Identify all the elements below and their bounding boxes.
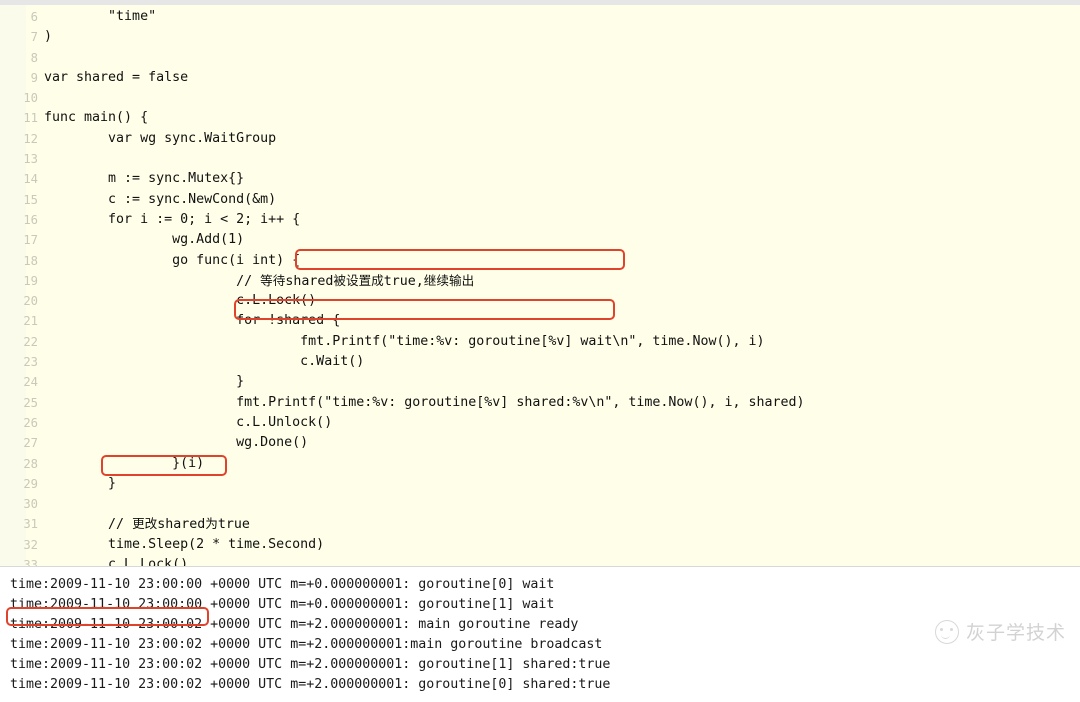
code-line-text: var shared = false <box>44 69 189 85</box>
line-number: 24 <box>23 375 38 390</box>
line-number: 8 <box>30 50 38 65</box>
line-number: 6 <box>30 10 38 24</box>
code-line-text: c.Wait() <box>44 354 365 370</box>
code-line[interactable]: 7) <box>0 27 1080 47</box>
code-line[interactable]: 18 go func(i int) { <box>0 251 1080 271</box>
code-line[interactable]: 12 var wg sync.WaitGroup <box>0 129 1080 149</box>
line-number: 31 <box>23 517 38 532</box>
code-line[interactable]: 26 c.L.Unlock() <box>0 413 1080 433</box>
code-line[interactable]: 22 fmt.Printf("time:%v: goroutine[%v] wa… <box>0 332 1080 352</box>
line-number: 33 <box>23 558 38 566</box>
line-number: 32 <box>23 537 38 552</box>
code-line[interactable]: 13 <box>0 149 1080 169</box>
line-number: 26 <box>23 415 38 430</box>
code-line[interactable]: 33 c.L.Lock() <box>0 555 1080 566</box>
line-number: 15 <box>23 192 38 207</box>
console-line: time:2009-11-10 23:00:00 +0000 UTC m=+0.… <box>10 577 555 592</box>
code-line[interactable]: 32 time.Sleep(2 * time.Second) <box>0 535 1080 555</box>
code-line[interactable]: 17 wg.Add(1) <box>0 230 1080 250</box>
line-number: 14 <box>23 172 38 187</box>
code-line-text: func main() { <box>44 110 149 126</box>
code-line-text: "time" <box>44 9 157 24</box>
code-line-text: c.L.Lock() <box>44 557 189 566</box>
code-line-text: // 等待shared被设置成true,继续输出 <box>44 272 475 289</box>
line-number: 25 <box>23 395 38 410</box>
line-number: 12 <box>23 131 38 146</box>
line-number: 10 <box>23 91 38 106</box>
line-number: 23 <box>23 355 38 370</box>
code-line[interactable]: 28 }(i) <box>0 454 1080 474</box>
code-line[interactable]: 21 for !shared { <box>0 311 1080 331</box>
code-line[interactable]: 24 } <box>0 372 1080 392</box>
line-number: 21 <box>23 314 38 329</box>
code-line[interactable]: 15 c := sync.NewCond(&m) <box>0 190 1080 210</box>
code-line[interactable]: 11 func main() { <box>0 108 1080 128</box>
code-line-list: 6 "time" 7) 8 9 var shared = false 10 11 func m… <box>0 7 1080 566</box>
line-number: 30 <box>23 497 38 512</box>
console-line: time:2009-11-10 23:00:02 +0000 UTC m=+2.… <box>10 677 611 692</box>
code-line-text: } <box>44 374 245 390</box>
code-line-text: }(i) <box>44 455 205 471</box>
code-line-text: for !shared { <box>44 313 341 329</box>
code-line[interactable]: 23 c.Wait() <box>0 352 1080 372</box>
code-line[interactable]: 8 <box>0 48 1080 68</box>
code-line-text: c.L.Unlock() <box>44 414 333 430</box>
code-line[interactable]: 14 m := sync.Mutex{} <box>0 169 1080 189</box>
code-line[interactable]: 6 "time" <box>0 7 1080 27</box>
line-number: 19 <box>23 273 38 288</box>
code-line[interactable]: 19 // 等待shared被设置成true,继续输出 <box>0 271 1080 291</box>
code-line[interactable]: 27 wg.Done() <box>0 433 1080 453</box>
line-number: 22 <box>23 334 38 349</box>
code-line-text: wg.Done() <box>44 435 309 451</box>
console-line-list: time:2009-11-10 23:00:00 +0000 UTC m=+0.… <box>10 575 610 702</box>
output-console-panel[interactable]: time:2009-11-10 23:00:00 +0000 UTC m=+0.… <box>0 566 1080 702</box>
code-editor-panel[interactable]: 6 "time" 7) 8 9 var shared = false 10 11 func m… <box>0 5 1080 566</box>
screenshot-root: 6 "time" 7) 8 9 var shared = false 10 11 func m… <box>0 0 1080 702</box>
console-line: time:2009-11-10 23:00:00 +0000 UTC m=+0.… <box>10 597 555 612</box>
code-line[interactable]: 30 <box>0 494 1080 514</box>
line-number: 13 <box>23 152 38 167</box>
code-line-text: c.L.Lock() <box>44 293 317 309</box>
code-line-text: ) <box>44 29 53 45</box>
line-number: 9 <box>30 70 38 85</box>
code-line[interactable]: 9 var shared = false <box>0 68 1080 88</box>
code-line-text: // 更改shared为true <box>44 516 250 533</box>
code-line-text: for i := 0; i < 2; i++ { <box>44 211 301 227</box>
code-line[interactable]: 25 fmt.Printf("time:%v: goroutine[%v] sh… <box>0 393 1080 413</box>
line-number: 11 <box>23 111 38 126</box>
line-number: 7 <box>30 30 38 45</box>
code-line-text: time.Sleep(2 * time.Second) <box>44 536 325 552</box>
line-number: 20 <box>23 294 38 309</box>
code-line[interactable]: 31 // 更改shared为true <box>0 514 1080 534</box>
console-line: time:2009-11-10 23:00:02 +0000 UTC m=+2.… <box>10 637 603 652</box>
line-number: 29 <box>23 476 38 491</box>
line-number: 16 <box>23 212 38 227</box>
code-line[interactable]: 29 } <box>0 474 1080 494</box>
code-line-text: fmt.Printf("time:%v: goroutine[%v] wait\… <box>44 333 765 349</box>
code-line-text: fmt.Printf("time:%v: goroutine[%v] share… <box>44 394 805 410</box>
code-line-text: var wg sync.WaitGroup <box>44 130 277 146</box>
code-line[interactable]: 10 <box>0 88 1080 108</box>
console-line: time:2009-11-10 23:00:02 +0000 UTC m=+2.… <box>10 617 579 632</box>
line-number: 27 <box>23 436 38 451</box>
code-line-text: m := sync.Mutex{} <box>44 171 245 187</box>
code-line[interactable]: 20 c.L.Lock() <box>0 291 1080 311</box>
code-line-text: c := sync.NewCond(&m) <box>44 191 277 207</box>
code-line[interactable]: 16 for i := 0; i < 2; i++ { <box>0 210 1080 230</box>
code-line-text: } <box>44 475 117 491</box>
line-number: 17 <box>23 233 38 248</box>
line-number: 18 <box>23 253 38 268</box>
code-line-text: wg.Add(1) <box>44 232 245 248</box>
console-line: time:2009-11-10 23:00:02 +0000 UTC m=+2.… <box>10 657 611 672</box>
code-line-text: go func(i int) { <box>44 252 301 268</box>
line-number: 28 <box>23 456 38 471</box>
